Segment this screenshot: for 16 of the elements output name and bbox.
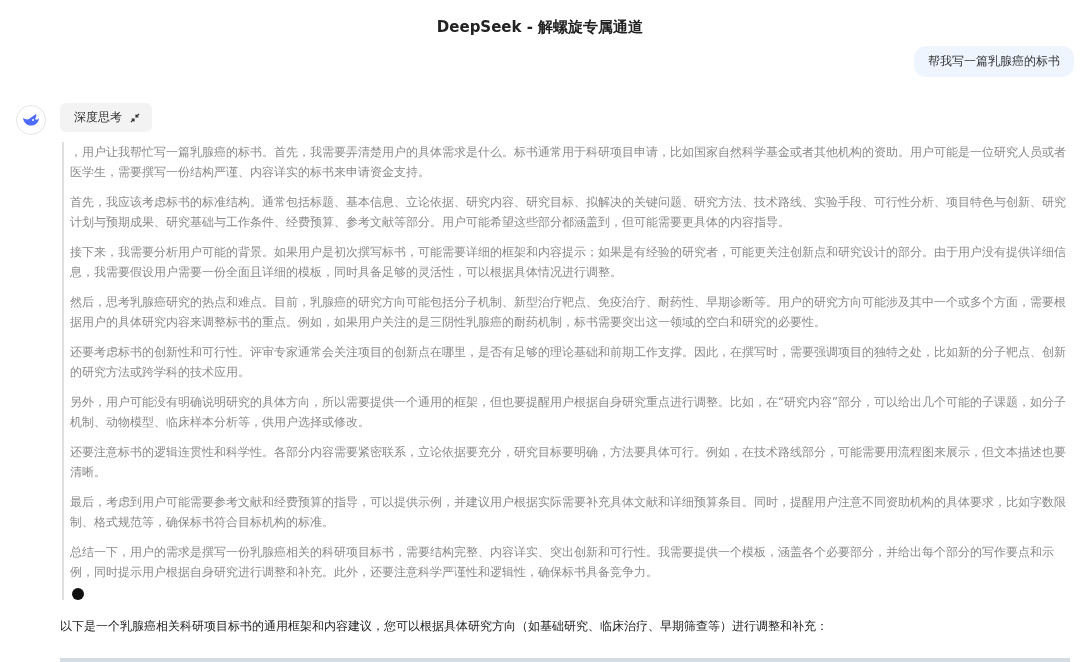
thinking-paragraph: 总结一下，用户的需求是撰写一份乳腺癌相关的科研项目标书，需要结构完整、内容详实、突出创新和可行性。我需要提供一个模板，涵盖各个必要部分，并给出每个部分的写作要点和示例，同时提示用户根据自身研究进行调整和补充。此外，还要注意科学严谨性和逻辑性，确保标书具备竞争力。 <box>70 544 1055 581</box>
user-message: 帮我写一篇乳腺癌的标书 <box>914 46 1074 77</box>
thinking-paragraph: 还要考虑标书的创新性和可行性。评审专家通常会关注项目的创新点在哪里，是否有足够的理论基础和前期工作支撑。因此，在撰写时，需要强调项目的独特之处，比如新的分子靶点、创新的研究方法或跨学科的技术应用。 <box>70 344 1067 381</box>
cursor-dot-icon <box>72 588 84 600</box>
thinking-paragraph: 首先，我应该考虑标书的标准结构。通常包括标题、基本信息、立论依据、研究内容、研究目标、拟解决的关键问题、研究方法、技术路线、实验手段、可行性分析、项目特色与创新、研究计划与预期成果、研究基础与工作条件、经费预算、参考文献等部分。用户可能希望这些部分都涵盖到，但可能需要更具体的内容指导。 <box>70 194 1067 231</box>
whale-logo-icon <box>16 105 46 135</box>
answer-paragraph: 以下是一个乳腺癌相关科研项目标书的通用框架和内容建议，您可以根据具体研究方向（如基础研究、临床治疗、早期筛查等）进行调整和补充： <box>60 618 829 635</box>
thinking-paragraph: 接下来，我需要分析用户可能的背景。如果用户是初次撰写标书，可能需要详细的框架和内容提示；如果是有经验的研究者，可能更关注创新点和研究设计的部分。由于用户没有提供详细信息，我需要假设用户需要一份全面且详细的模板，同时具备足够的灵活性，可以根据具体情况进行调整。 <box>70 244 1067 281</box>
deep-think-toggle[interactable]: 深度思考 <box>60 103 152 132</box>
thinking-paragraph: 然后，思考乳腺癌研究的热点和难点。目前，乳腺癌的研究方向可能包括分子机制、新型治疗靶点、免疫治疗、耐药性、早期诊断等。用户的研究方向可能涉及其中一个或多个方面，需要根据用户的具体研究内容来调整标书的重点。例如，如果用户关注的是三阴性乳腺癌的耐药机制，标书需要突出这一领域的空白和研究的必要性。 <box>70 294 1067 331</box>
thinking-paragraph: 还要注意标书的逻辑连贯性和科学性。各部分内容需要紧密联系，立论依据要充分，研究目标要明确，方法要具体可行。例如，在技术路线部分，可能需要用流程图来展示，但文本描述也要清晰。 <box>70 444 1067 481</box>
chat-title: DeepSeek - 解螺旋专属通道 <box>435 17 645 38</box>
collapse-icon <box>130 112 140 123</box>
thinking-paragraph: 最后，考虑到用户可能需要参考文献和经费预算的指导，可以提供示例，并建议用户根据实际需要补充具体文献和详细预算条目。同时，提醒用户注意不同资助机构的具体要求，比如字数限制、格式规范等，确保标书符合目标机构的标准。 <box>70 494 1067 531</box>
thinking-paragraph: 另外，用户可能没有明确说明研究的具体方向，所以需要提供一个通用的框架，但也要提醒用户根据自身研究重点进行调整。比如，在“研究内容”部分，可以给出几个可能的子课题，如分子机制、动物模型、临床样本分析等，供用户选择或修改。 <box>70 394 1067 431</box>
thinking-paragraph: ，用户让我帮忙写一篇乳腺癌的标书。首先，我需要弄清楚用户的具体需求是什么。标书通常用于科研项目申请，比如国家自然科学基金或者其他机构的资助。用户可能是一位研究人员或者医学生，需要撰写一份结构严谨、内容详实的标书来申请资金支持。 <box>70 144 1067 181</box>
